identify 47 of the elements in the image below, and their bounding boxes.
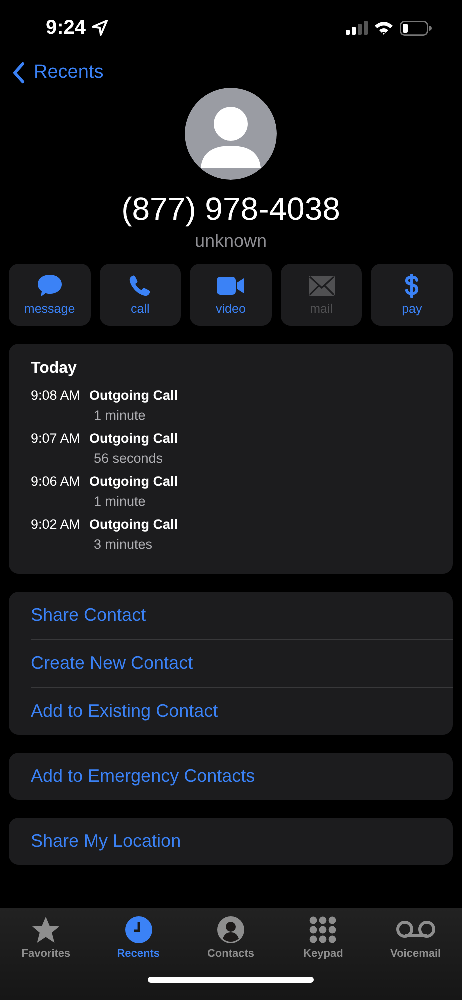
- pay-button[interactable]: pay: [371, 264, 453, 326]
- avatar-icon: [185, 88, 277, 180]
- keypad-icon: [309, 916, 338, 944]
- option-link[interactable]: Share My Location: [31, 818, 453, 865]
- call-type: Outgoing Call: [90, 517, 178, 532]
- tab[interactable]: Recents: [92, 916, 185, 960]
- option-link[interactable]: Create New Contact: [31, 640, 453, 688]
- video-button[interactable]: video: [190, 264, 272, 326]
- location-arrow-icon: [92, 20, 108, 36]
- date-heading: Today: [31, 360, 78, 378]
- star-icon: [31, 916, 62, 944]
- dollar-sign-icon: [404, 274, 420, 298]
- wifi-icon: [374, 20, 394, 36]
- call-type: Outgoing Call: [90, 388, 178, 403]
- tab[interactable]: Keypad: [277, 916, 370, 960]
- call-time: 9:02 AM: [31, 517, 81, 532]
- call-type: Outgoing Call: [90, 474, 178, 489]
- call-time: 9:06 AM: [31, 474, 81, 489]
- call-duration: 3 minutes: [94, 537, 154, 552]
- back-label[interactable]: Recents: [34, 62, 104, 84]
- call-duration: 1 minute: [94, 494, 147, 509]
- battery-icon: [400, 20, 432, 36]
- call-time: 9:07 AM: [31, 431, 81, 446]
- call-duration: 56 seconds: [94, 451, 164, 466]
- status-time: 9:24: [46, 16, 86, 40]
- option-link[interactable]: Share Contact: [31, 592, 453, 640]
- message-button[interactable]: message: [9, 264, 91, 326]
- chevron-left-icon: [12, 62, 26, 84]
- tab[interactable]: Voicemail: [370, 916, 462, 960]
- video-camera-icon: [216, 274, 245, 298]
- phone-icon: [128, 274, 152, 298]
- tab[interactable]: Favorites: [0, 916, 92, 960]
- clock-icon: [124, 916, 153, 944]
- speech-bubble-icon: [36, 274, 63, 298]
- option-link[interactable]: Add to Existing Contact: [31, 688, 453, 735]
- contact-label: unknown: [194, 230, 268, 252]
- signal-icon: [346, 21, 368, 35]
- call-time: 9:08 AM: [31, 388, 81, 403]
- phone-number: (877) 978-4038: [122, 190, 340, 228]
- call-button[interactable]: call: [100, 264, 182, 326]
- back-button[interactable]: Recents: [12, 62, 104, 84]
- envelope-icon: [308, 274, 335, 298]
- person-circle-icon: [217, 916, 246, 944]
- call-duration: 1 minute: [94, 408, 147, 423]
- tab[interactable]: Contacts: [184, 916, 278, 960]
- call-type: Outgoing Call: [90, 431, 178, 446]
- option-link[interactable]: Add to Emergency Contacts: [31, 753, 453, 800]
